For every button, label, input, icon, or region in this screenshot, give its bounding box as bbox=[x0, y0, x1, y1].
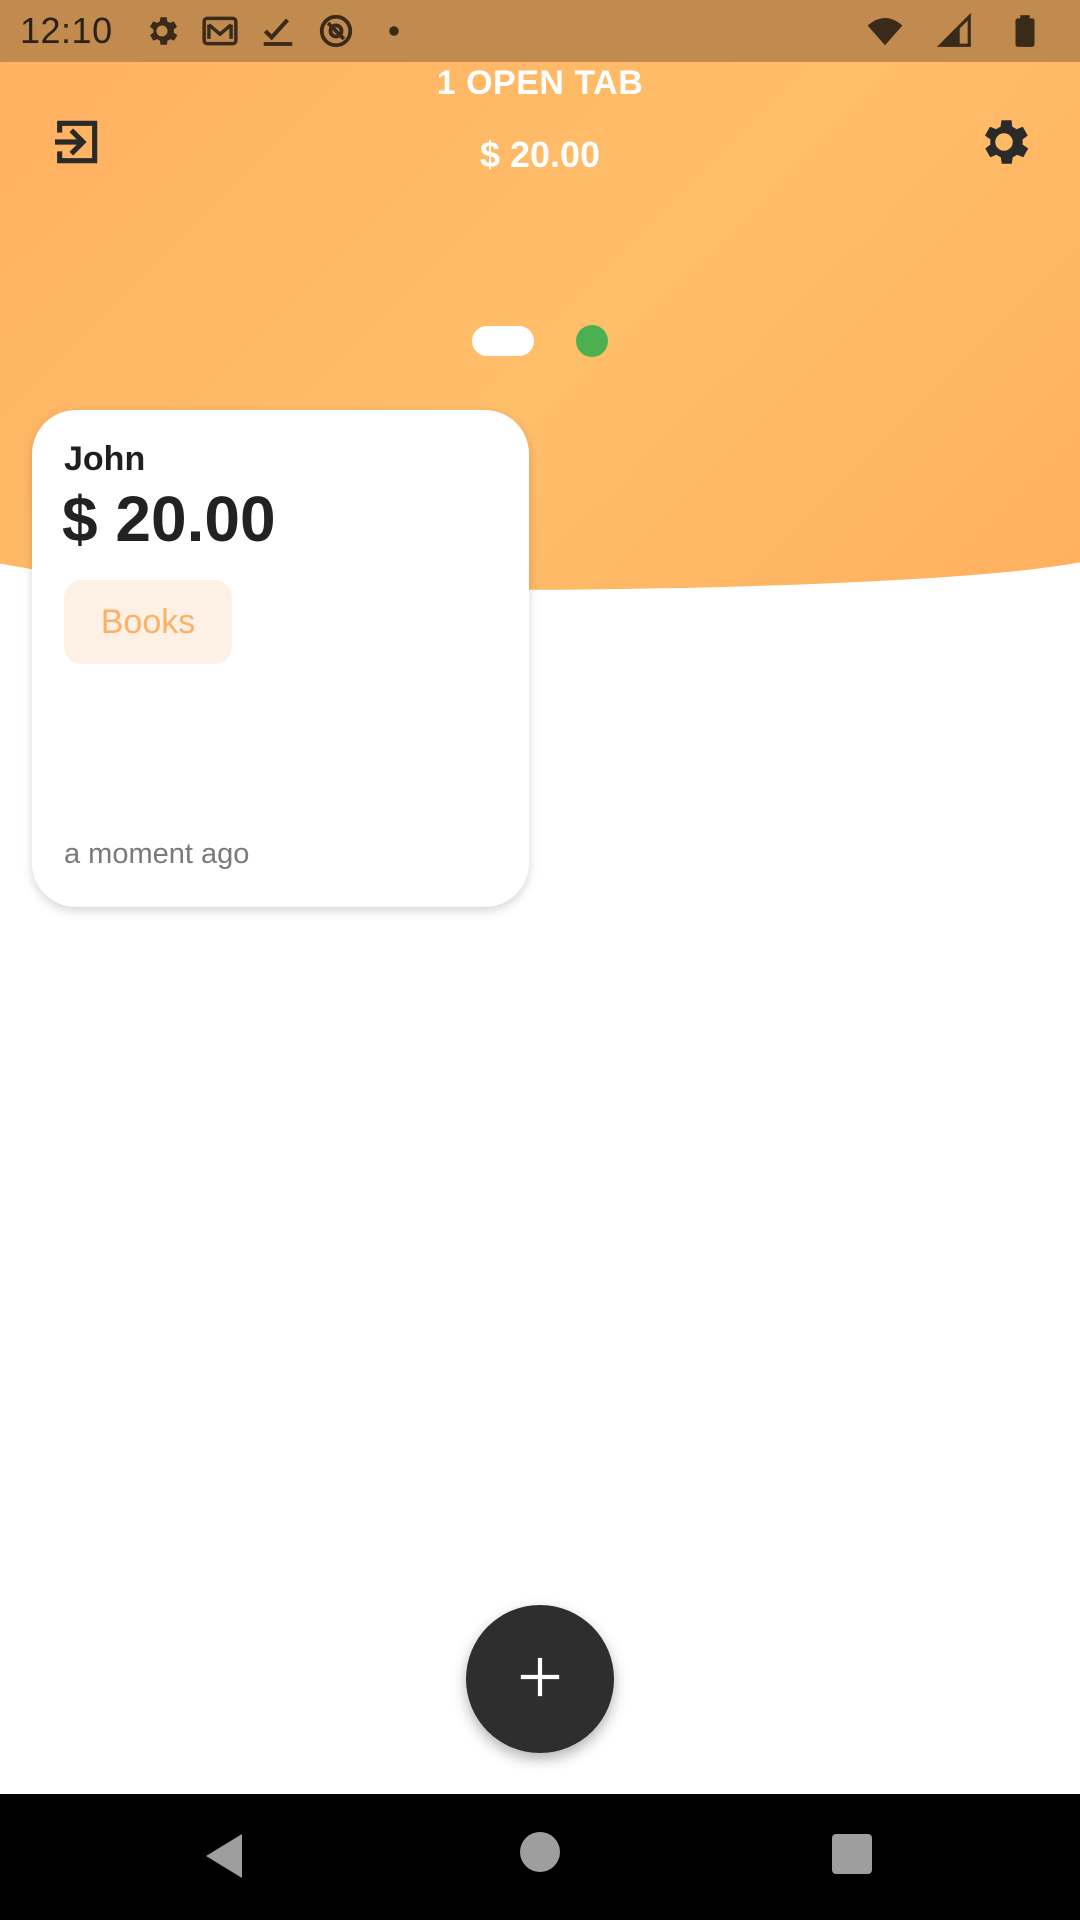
page-indicator-inactive[interactable] bbox=[576, 325, 608, 357]
screen: 12:10 1 OPEN TAB $ 20.00 John $ 20.00 Bo… bbox=[0, 0, 1080, 1920]
settings-button[interactable] bbox=[972, 112, 1036, 176]
status-time: 12:10 bbox=[20, 10, 113, 51]
cell-signal-icon bbox=[932, 8, 978, 54]
add-tab-button[interactable] bbox=[466, 1605, 614, 1753]
tab-card-category-tag: Books bbox=[64, 580, 232, 664]
system-nav-bar bbox=[0, 1794, 1080, 1920]
wifi-icon bbox=[862, 8, 908, 54]
at-sign-icon bbox=[313, 8, 359, 54]
page-indicator-active[interactable] bbox=[472, 326, 534, 356]
back-icon[interactable] bbox=[200, 1830, 248, 1882]
tab-card-amount: $ 20.00 bbox=[62, 483, 276, 555]
gear-icon bbox=[974, 112, 1034, 177]
open-tabs-title: 1 OPEN TAB bbox=[436, 64, 644, 102]
dot-icon bbox=[371, 8, 417, 54]
status-bar: 12:10 bbox=[0, 0, 1080, 62]
settings-icon bbox=[139, 8, 185, 54]
checkmark-icon bbox=[255, 8, 301, 54]
plus-icon bbox=[517, 1654, 563, 1705]
gmail-icon bbox=[197, 8, 243, 54]
status-right-group bbox=[862, 8, 1060, 54]
home-icon[interactable] bbox=[520, 1832, 560, 1872]
recents-icon[interactable] bbox=[832, 1834, 872, 1874]
open-tabs-total: $ 20.00 bbox=[479, 134, 601, 175]
battery-icon bbox=[1002, 8, 1048, 54]
tab-card[interactable]: John $ 20.00 Books a moment ago bbox=[32, 410, 529, 907]
tab-card-timestamp: a moment ago bbox=[64, 838, 250, 870]
tab-card-name: John bbox=[64, 440, 146, 478]
